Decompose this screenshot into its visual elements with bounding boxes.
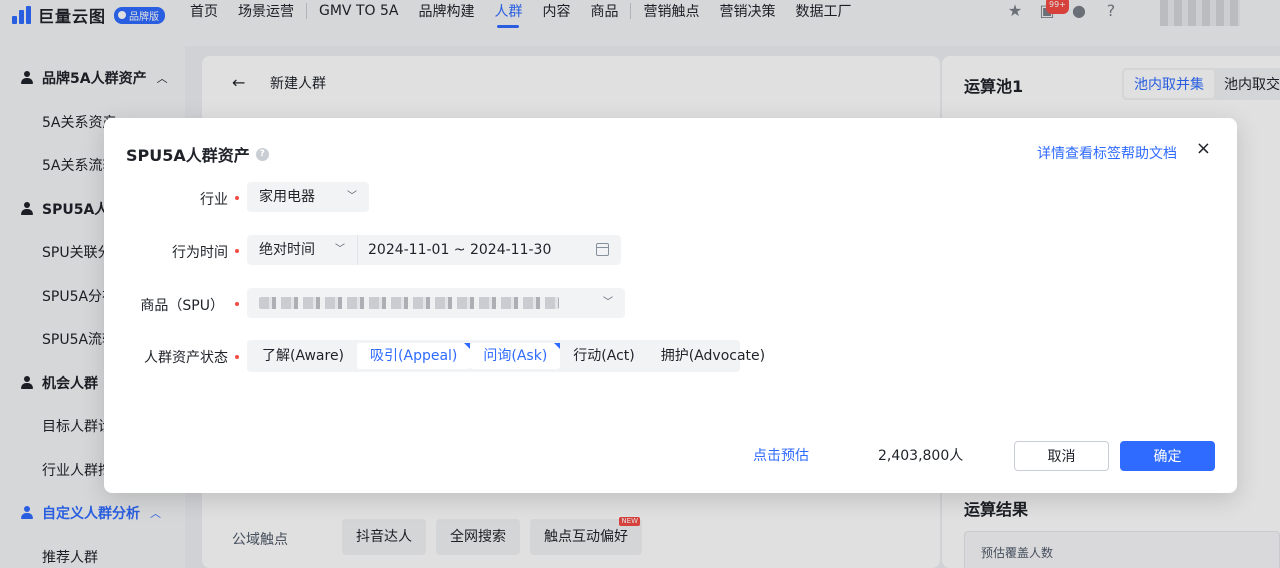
time-mode-select[interactable]: 绝对时间 ﹀ <box>247 235 357 265</box>
asset-status-label: 人群资产状态 <box>144 350 228 366</box>
modal-title-text: SPU5A人群资产 <box>126 146 250 165</box>
cancel-button[interactable]: 取消 <box>1014 441 1109 471</box>
status-aware[interactable]: 了解(Aware) <box>249 343 357 369</box>
time-label: 行为时间 <box>172 245 228 261</box>
close-icon[interactable]: × <box>1196 140 1211 158</box>
status-act[interactable]: 行动(Act) <box>560 343 647 369</box>
chevron-down-icon: ﹀ <box>603 297 613 308</box>
industry-value: 家用电器 <box>259 189 315 205</box>
help-doc-link[interactable]: 详情查看标签帮助文档 <box>1037 143 1177 163</box>
industry-label: 行业 <box>200 192 228 208</box>
chevron-down-icon: ﹀ <box>347 191 357 202</box>
required-marker <box>235 302 239 306</box>
date-range-value: 2024-11-01 ~ 2024-11-30 <box>368 242 552 258</box>
asset-status-segment: 了解(Aware) 吸引(Appeal) 问询(Ask) 行动(Act) 拥护(… <box>247 340 765 372</box>
blurred-spu-list <box>259 297 559 309</box>
confirm-button[interactable]: 确定 <box>1120 441 1215 471</box>
date-range-picker[interactable]: 2024-11-01 ~ 2024-11-30 <box>357 235 621 265</box>
spu5a-audience-modal: SPU5A人群资产 ? 详情查看标签帮助文档 × 行业 家用电器 ﹀ 行为时间 … <box>104 118 1237 493</box>
modal-title: SPU5A人群资产 ? <box>126 142 269 166</box>
calendar-icon <box>596 243 609 256</box>
spu-select[interactable]: ﹀ <box>247 288 625 318</box>
chevron-down-icon: ﹀ <box>335 244 345 255</box>
required-marker <box>235 249 239 253</box>
status-ask[interactable]: 问询(Ask) <box>470 343 561 369</box>
spu-label: 商品（SPU） <box>140 298 224 314</box>
industry-select[interactable]: 家用电器 ﹀ <box>247 182 369 212</box>
time-mode-value: 绝对时间 <box>259 242 315 258</box>
question-icon[interactable]: ? <box>255 147 269 161</box>
estimate-link[interactable]: 点击预估 <box>753 445 809 465</box>
required-marker <box>235 196 239 200</box>
estimated-audience-count: 2,403,800人 <box>878 448 964 464</box>
status-appeal[interactable]: 吸引(Appeal) <box>357 343 471 369</box>
required-marker <box>235 355 239 359</box>
status-advocate[interactable]: 拥护(Advocate) <box>648 343 778 369</box>
